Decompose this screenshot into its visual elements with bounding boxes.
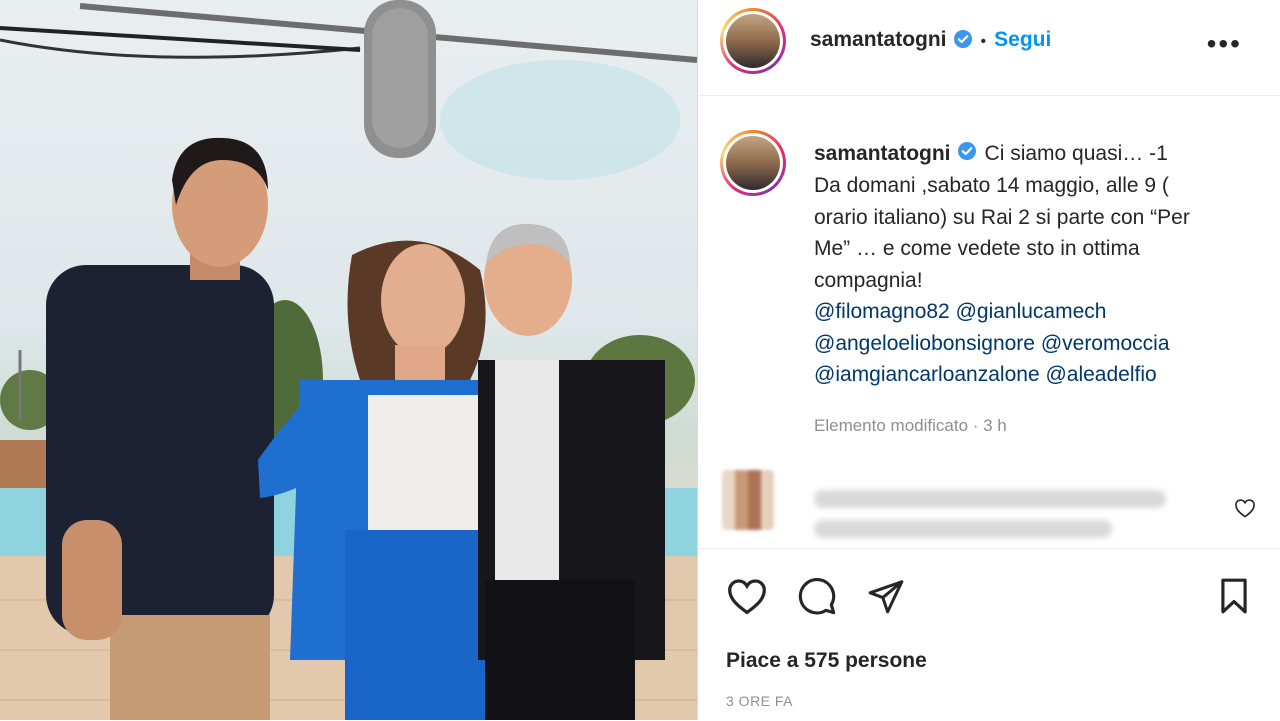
caption-username[interactable]: samantatogni	[814, 142, 951, 165]
heart-icon[interactable]	[726, 577, 768, 620]
mention-line[interactable]: @angeloeliobonsignore @veromoccia	[814, 328, 1254, 360]
caption-line: compagnia!	[814, 268, 923, 292]
mention-line[interactable]: @iamgiancarloanzalone @aleadelfio	[814, 359, 1254, 391]
comment-heart-icon[interactable]	[1234, 498, 1256, 523]
blurred-comment-text	[814, 520, 1112, 538]
more-options-icon[interactable]: •••	[1207, 28, 1242, 60]
caption-line: orario italiano) su Rai 2 si parte con “…	[814, 205, 1190, 229]
post-photo[interactable]	[0, 0, 697, 720]
caption-line: Da domani ,sabato 14 maggio, alle 9 (	[814, 174, 1169, 198]
photo-illustration	[0, 0, 697, 720]
verified-badge-icon	[953, 29, 973, 54]
bookmark-icon[interactable]	[1216, 577, 1252, 620]
follow-button[interactable]: Segui	[994, 28, 1051, 51]
verified-badge-icon	[957, 139, 977, 171]
post-header: samantatogni • Segui •••	[698, 0, 1280, 96]
post-time: 3 ORE FA	[726, 693, 794, 709]
mention-line[interactable]: @filomagno82 @gianlucamech	[814, 296, 1254, 328]
caption-line: Me” … e come vedete sto in ottima	[814, 237, 1140, 261]
caption-line: samantatogni Ci siamo quasi… -1	[814, 138, 1254, 170]
share-icon[interactable]	[866, 577, 906, 620]
username-link[interactable]: samantatogni	[810, 28, 947, 51]
profile-avatar[interactable]	[720, 8, 786, 74]
caption: samantatogni Ci siamo quasi… -1 Da domani…	[814, 138, 1254, 391]
separator-dot: •	[980, 33, 987, 50]
comment-row	[698, 466, 1280, 544]
action-bar: Piace a 575 persone 3 ORE FA	[698, 548, 1280, 721]
likes-count[interactable]: Piace a 575 persone	[726, 649, 927, 673]
comment-avatar[interactable]	[722, 470, 774, 530]
edited-timestamp: Elemento modificato · 3 h	[814, 416, 1007, 435]
post-detail-panel: samantatogni • Segui ••• samantatogni Ci s…	[697, 0, 1280, 720]
comment-icon[interactable]	[796, 576, 838, 621]
caption-avatar[interactable]	[720, 130, 786, 196]
blurred-comment-text	[814, 490, 1166, 508]
header-user-line: samantatogni • Segui	[810, 28, 1051, 54]
caption-text: Ci siamo quasi… -1	[984, 142, 1168, 165]
